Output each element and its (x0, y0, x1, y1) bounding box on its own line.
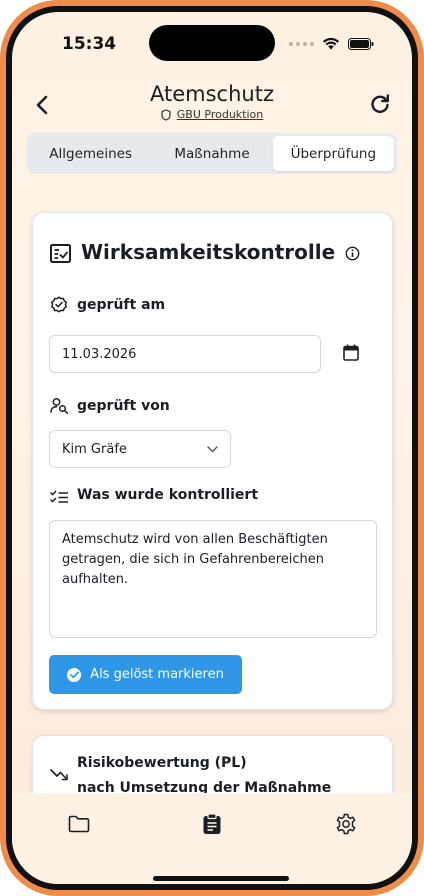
tab-allgemeines[interactable]: Allgemeines (30, 136, 151, 171)
checked-by-label: geprüft von (77, 398, 170, 414)
checklist-icon (50, 244, 71, 263)
status-icons (289, 37, 374, 50)
what-checked-label: Was wurde kontrolliert (77, 487, 259, 503)
badge-check-icon (51, 296, 67, 313)
app-screen: 15:34 Atemschutz GBU Produktion Allgemei… (12, 12, 412, 884)
checked-on-date-input[interactable]: 11.03.2026 (49, 335, 321, 373)
tab-ueberpruefung[interactable]: Überprüfung (272, 136, 394, 171)
mark-resolved-label: Als gelöst markieren (90, 667, 224, 682)
tab-clipboard[interactable] (198, 810, 226, 838)
chevron-down-icon (207, 445, 218, 452)
trending-down-icon (50, 769, 68, 781)
calendar-icon[interactable] (343, 344, 359, 361)
segmented-tabs: Allgemeines Maßnahme Überprüfung (27, 133, 397, 174)
what-checked-textarea[interactable]: Atemschutz wird von allen Beschäftigten … (49, 520, 377, 638)
signal-icon (289, 41, 314, 46)
list-checks-icon (50, 490, 68, 503)
device-frame: 15:34 Atemschutz GBU Produktion Allgemei… (0, 0, 424, 896)
gear-icon (336, 813, 356, 835)
effectiveness-check-card: Wirksamkeitskontrolle geprüft am 11.03.2… (32, 212, 393, 710)
card-title: Wirksamkeitskontrolle (81, 240, 336, 264)
home-indicator[interactable] (153, 876, 289, 881)
user-search-icon (50, 398, 69, 414)
page-subtitle-link[interactable]: GBU Produktion (12, 108, 412, 121)
tab-massnahme[interactable]: Maßnahme (151, 136, 272, 171)
status-time: 15:34 (62, 34, 117, 54)
check-circle-icon (67, 667, 82, 682)
battery-icon (348, 37, 374, 50)
checked-on-label: geprüft am (77, 297, 166, 313)
shield-icon (161, 108, 171, 121)
clipboard-icon (203, 813, 221, 834)
refresh-icon (371, 94, 389, 113)
tab-settings[interactable] (332, 810, 360, 838)
tab-folder[interactable] (65, 810, 93, 838)
dynamic-island (149, 25, 275, 61)
risk-assessment-title-line1: Risikobewertung (PL) (77, 755, 247, 771)
info-icon[interactable] (345, 246, 360, 261)
bottom-tab-bar (12, 793, 412, 884)
checked-by-select[interactable]: Kim Gräfe (49, 430, 231, 468)
checked-by-value: Kim Gräfe (62, 441, 127, 457)
device-bezel: 15:34 Atemschutz GBU Produktion Allgemei… (6, 6, 418, 890)
wifi-icon (323, 37, 339, 50)
folder-icon (68, 815, 90, 833)
mark-resolved-button[interactable]: Als gelöst markieren (49, 655, 242, 694)
subtitle-label: GBU Produktion (176, 108, 264, 121)
page-title: Atemschutz (150, 82, 274, 106)
refresh-button[interactable] (368, 92, 394, 118)
